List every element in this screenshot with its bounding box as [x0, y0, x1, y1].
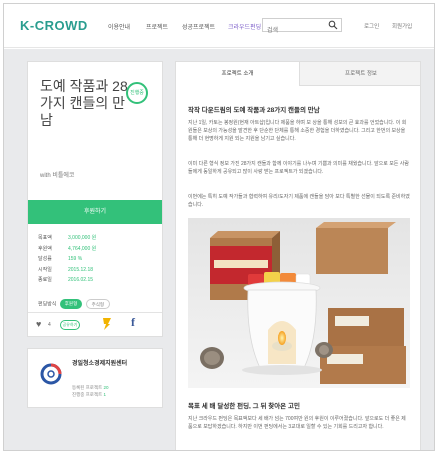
- project-detail-card: 프로젝트 소개 프로젝트 정보 작작 다운드림의 도예 작품과 28가지 캔들의…: [175, 61, 421, 450]
- funding-method-label: 펀딩방식: [38, 301, 57, 308]
- search-icon[interactable]: [328, 20, 338, 30]
- org-project-count: 등록된 프로젝트 20: [72, 385, 109, 391]
- detail-paragraph: 지난 크라우드 펀딩은 목표액보다 세 배가 넘는 700여만 원의 후원이 이…: [188, 416, 406, 430]
- site-logo[interactable]: K-CROWD: [20, 18, 88, 33]
- nav-guide[interactable]: 이용안내: [108, 22, 130, 31]
- fund-button[interactable]: 후원하기: [28, 200, 162, 224]
- tab-project-intro[interactable]: 프로젝트 소개: [176, 62, 299, 86]
- detail-tabs: 프로젝트 소개 프로젝트 정보: [176, 62, 420, 86]
- detail-subheading: 목표 세 배 달성한 펀딩, 그 뒤 찾아온 고민: [188, 403, 300, 410]
- stat-value: 2016.02.15: [68, 277, 94, 283]
- facebook-icon[interactable]: f: [131, 315, 135, 330]
- org-count-label: 진행중 프로젝트: [72, 392, 103, 397]
- stat-label: 후원액: [38, 245, 52, 252]
- nav-crowdfunding-label: 크라우드펀딩: [228, 25, 262, 31]
- project-title: 도예 작품과 28가지 캔들의 만남: [40, 78, 128, 128]
- stat-value: 2015.12.18: [68, 266, 94, 273]
- login-link[interactable]: 로그인: [364, 22, 379, 30]
- nav-success-projects[interactable]: 성공프로젝트: [182, 22, 215, 31]
- org-count-value: 20: [103, 385, 109, 390]
- content-area: 도예 작품과 28가지 캔들의 만남 진행중 with 비틀에코 후원하기 목표…: [4, 49, 434, 450]
- share-button[interactable]: 공유하기: [60, 320, 80, 330]
- stat-value: 4,764,000 원: [68, 245, 97, 252]
- app-window: K-CROWD 이용안내 프로젝트 성공프로젝트 크라우드펀딩Plus 로그인 …: [3, 3, 435, 451]
- detail-heading: 작작 다운드림의 도예 작품과 28가지 캔들의 만남: [188, 107, 320, 114]
- stat-label: 시작일: [38, 266, 52, 273]
- detail-paragraph: 이미 다른 형식 정보 가진 28가지 캔들과 함께 이야기를 나누며 기쁨과 …: [188, 161, 409, 175]
- stat-label: 종료일: [38, 277, 52, 283]
- tab-project-info[interactable]: 프로젝트 정보: [299, 62, 420, 86]
- method-reward-pill[interactable]: 후원형: [59, 299, 83, 309]
- status-badge: 진행중: [126, 82, 148, 104]
- search-box[interactable]: [262, 18, 342, 37]
- stat-row: 목표액 3,000,000 원: [38, 234, 158, 245]
- action-row: ♥ 4 공유하기 f: [28, 312, 162, 336]
- top-navigation-bar: K-CROWD 이용안내 프로젝트 성공프로젝트 크라우드펀딩Plus 로그인 …: [4, 4, 434, 48]
- like-count: 4: [48, 322, 51, 328]
- kakao-share-icon[interactable]: [102, 317, 112, 331]
- org-active-count: 진행중 프로젝트 1: [72, 392, 106, 398]
- project-summary-card: 도예 작품과 28가지 캔들의 만남 진행중 with 비틀에코 후원하기 목표…: [27, 61, 163, 337]
- stat-value: 3,000,000 원: [68, 235, 97, 241]
- stat-label: 목표액: [38, 235, 52, 241]
- org-count-label: 등록된 프로젝트: [72, 385, 103, 390]
- stat-row: 종료일 2016.02.15: [38, 276, 158, 287]
- stat-row: 후원액 4,764,000 원: [38, 245, 158, 256]
- project-creator: with 비틀에코: [40, 173, 75, 179]
- method-equity-pill[interactable]: 주식형: [85, 299, 111, 309]
- search-input[interactable]: [263, 25, 327, 37]
- organization-name: 경일청소경제지원센터: [72, 361, 128, 367]
- stat-row: 시작일 2015.12.18: [38, 266, 158, 277]
- product-photo: [188, 218, 410, 388]
- detail-paragraph: 이번에는 특히 도예 작가들과 협력하여 유리/도자기 제품에 캔들을 담아 보…: [188, 194, 410, 208]
- stat-label: 달성률: [38, 256, 52, 262]
- org-count-value: 1: [103, 392, 107, 397]
- nav-projects[interactable]: 프로젝트: [146, 22, 168, 31]
- heart-icon[interactable]: ♥: [36, 319, 41, 329]
- funding-stats: 목표액 3,000,000 원 후원액 4,764,000 원 달성률 159 % 시…: [38, 234, 158, 287]
- detail-paragraph: 지난 1일, 카토는 봉정원(현재 아트샵)입니다 제품을 하며 보 상을 통해…: [188, 120, 407, 142]
- organization-card[interactable]: 경일청소경제지원센터 등록된 프로젝트 20 진행중 프로젝트 1: [27, 348, 163, 408]
- stat-row: 달성률 159 %: [38, 255, 158, 266]
- funding-method-row: 펀딩방식 후원형 주식형: [38, 299, 111, 309]
- organization-logo-icon: [40, 363, 62, 385]
- signup-link[interactable]: 회원가입: [392, 22, 412, 30]
- stat-value: 159 %: [68, 256, 83, 262]
